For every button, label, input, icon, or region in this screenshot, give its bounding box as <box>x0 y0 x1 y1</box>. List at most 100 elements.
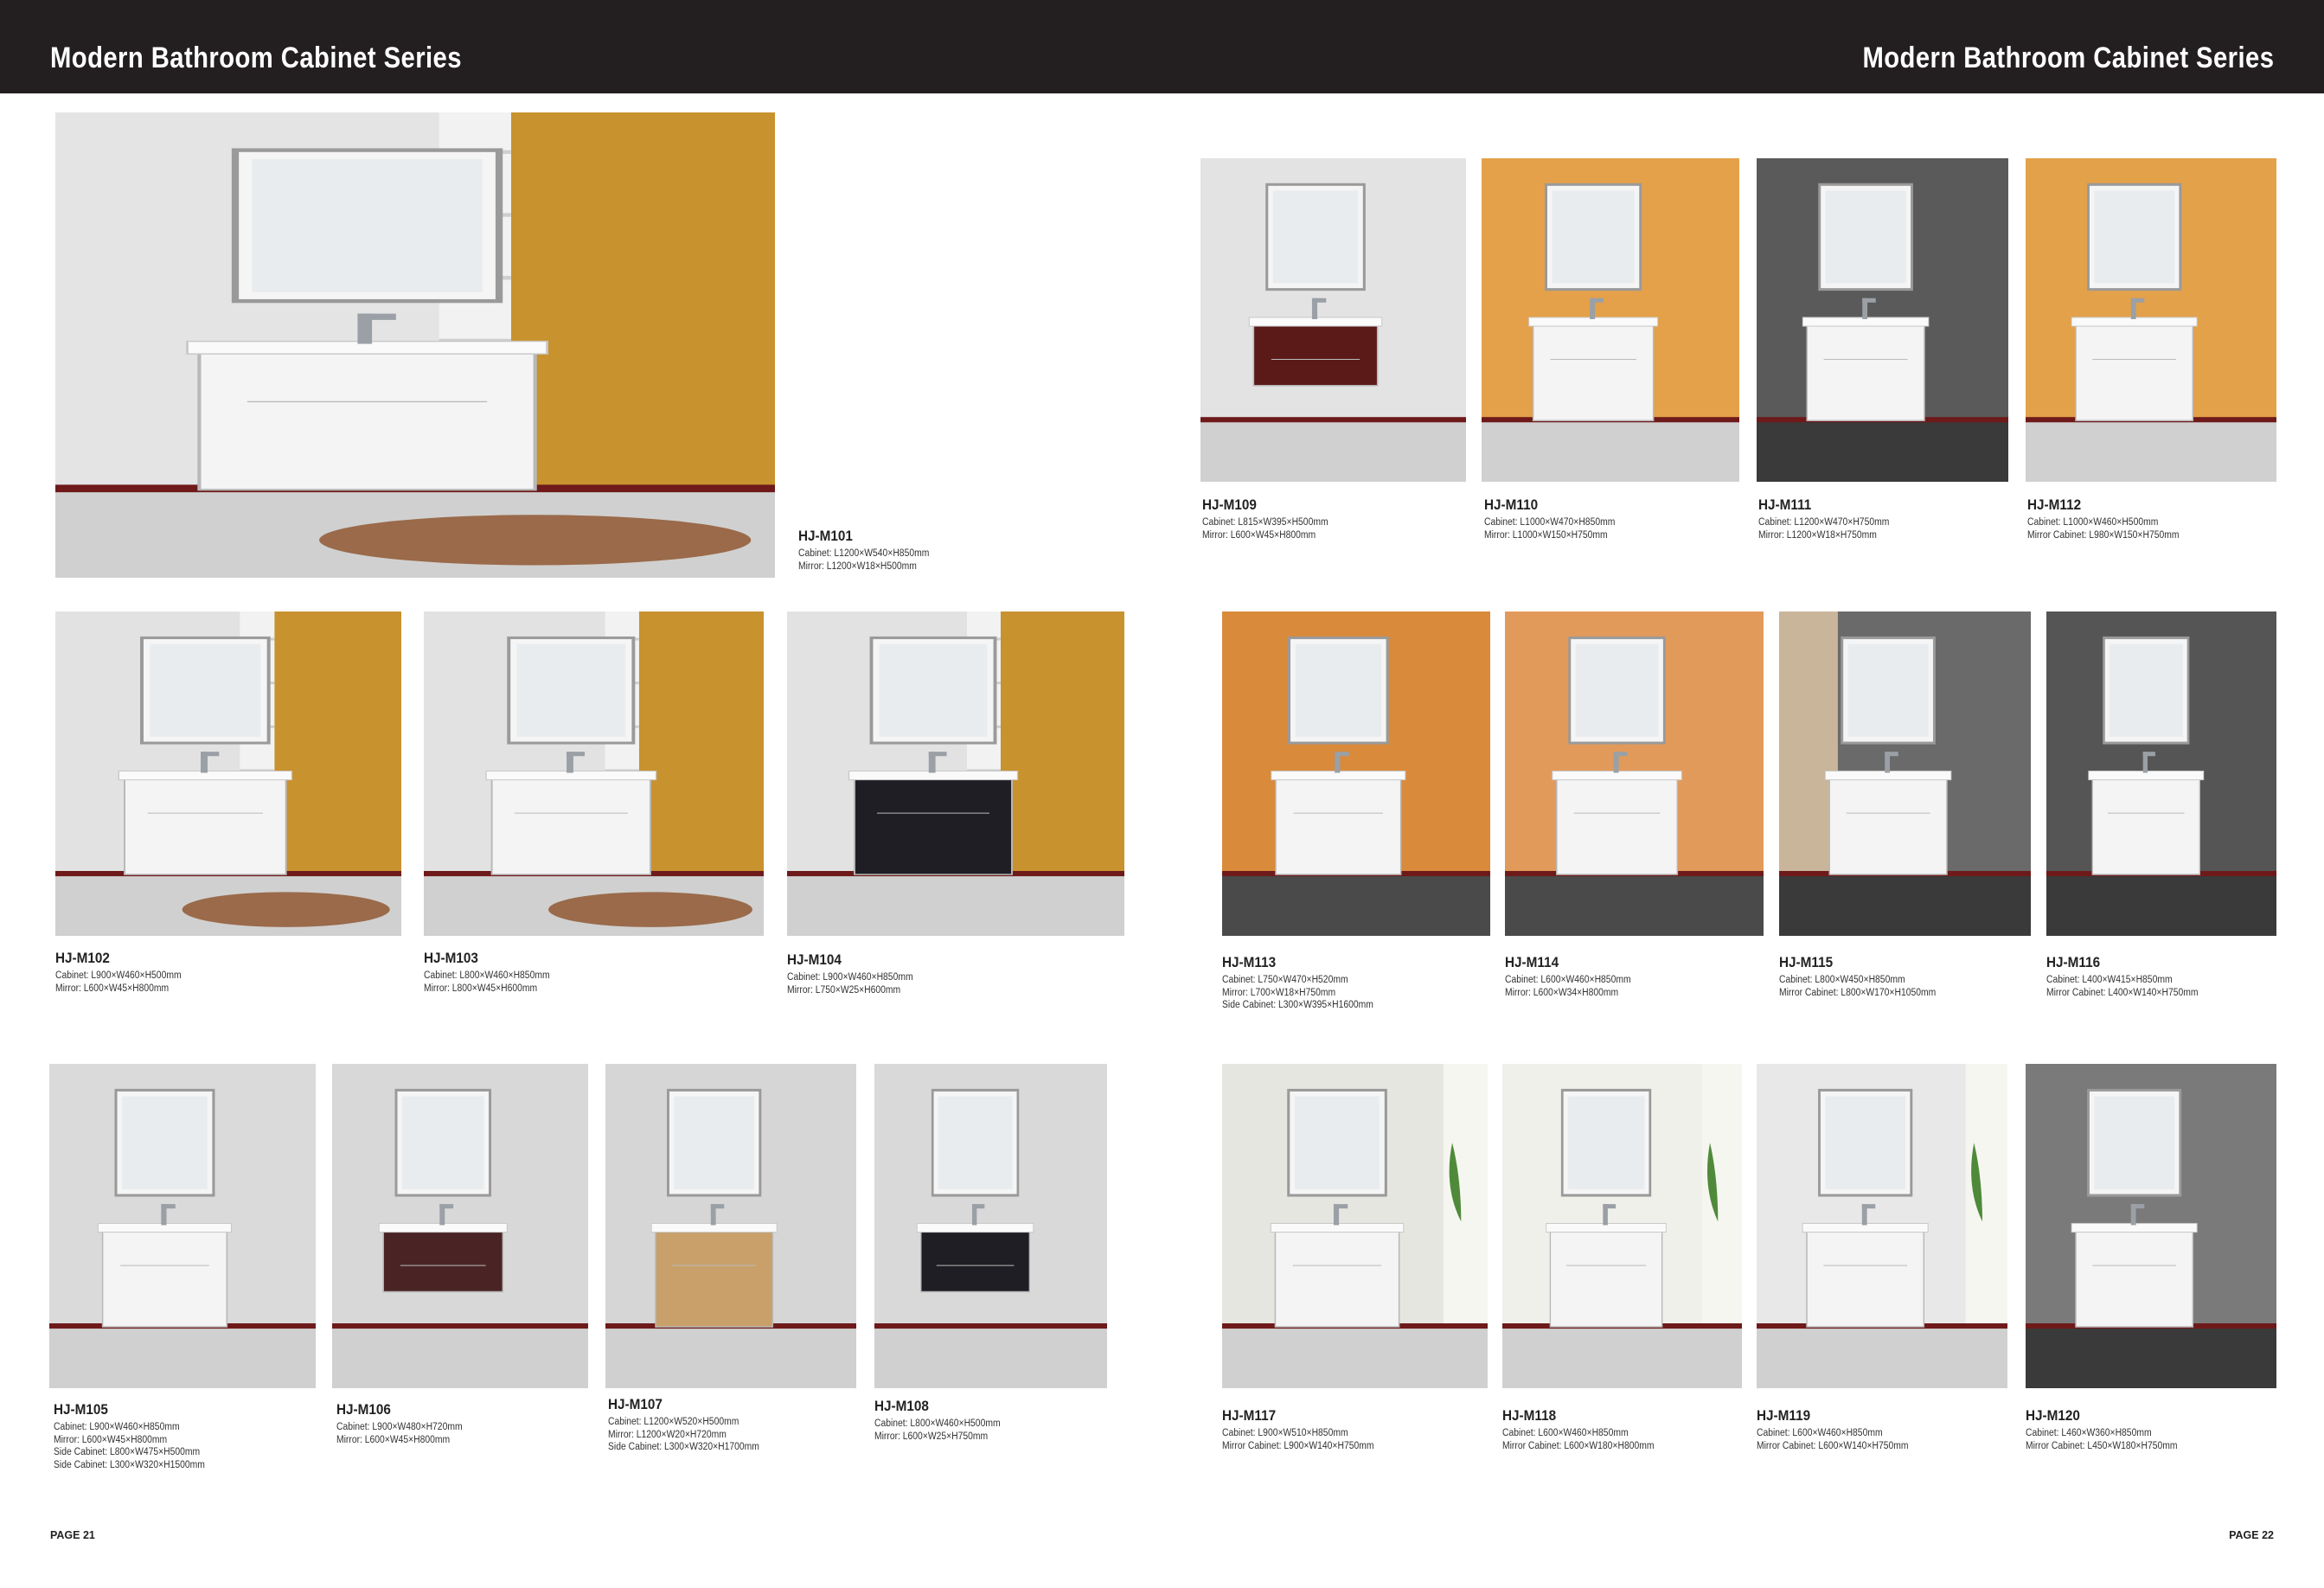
right-page-title: Modern Bathroom Cabinet Series <box>1862 42 2274 74</box>
left-page-title: Modern Bathroom Cabinet Series <box>50 42 462 74</box>
product-spec: Cabinet: L1200×W540×H850mm <box>798 548 930 559</box>
product-spec: Mirror: L600×W45×H800mm <box>1202 529 1316 541</box>
caption-m118: HJ-M118 Cabinet: L600×W460×H850mm Mirror… <box>1502 1407 1762 1452</box>
caption-m109: HJ-M109 Cabinet: L815×W395×H500mm Mirror… <box>1202 496 1462 541</box>
product-photo-m117 <box>1222 1064 1488 1388</box>
product-spec: Side Cabinet: L300×W395×H1600mm <box>1222 1000 1373 1010</box>
product-spec: Mirror: L600×W34×H800mm <box>1505 987 1619 998</box>
product-photo-m120 <box>2026 1064 2276 1388</box>
product-spec: Side Cabinet: L300×W320×H1500mm <box>54 1459 205 1470</box>
product-code: HJ-M107 <box>608 1396 663 1412</box>
product-spec: Mirror: L1200×W20×H720mm <box>608 1429 727 1440</box>
product-code: HJ-M119 <box>1757 1407 1811 1424</box>
caption-m101: HJ-M101 Cabinet: L1200×W540×H850mm Mirro… <box>798 528 1058 573</box>
product-spec: Mirror Cabinet: L800×W170×H1050mm <box>1779 987 1937 998</box>
product-spec: Cabinet: L600×W460×H850mm <box>1502 1428 1629 1438</box>
product-spec: Cabinet: L900×W460×H850mm <box>787 972 913 983</box>
product-spec: Mirror: L1200×W18×H750mm <box>1758 529 1877 541</box>
product-photo-m108 <box>874 1064 1107 1388</box>
product-code: HJ-M114 <box>1505 954 1559 970</box>
caption-m117: HJ-M117 Cabinet: L900×W510×H850mm Mirror… <box>1222 1407 1482 1452</box>
product-spec: Cabinet: L1200×W470×H750mm <box>1758 517 1890 528</box>
product-photo-m113 <box>1222 612 1490 936</box>
page-number-right: PAGE 22 <box>2229 1529 2274 1541</box>
product-spec: Cabinet: L900×W510×H850mm <box>1222 1428 1348 1438</box>
product-spec: Cabinet: L460×W360×H850mm <box>2026 1428 2152 1438</box>
product-spec: Cabinet: L800×W450×H850mm <box>1779 975 1905 985</box>
product-code: HJ-M108 <box>874 1398 929 1414</box>
product-photo-m101 <box>55 112 775 578</box>
product-spec: Mirror: L700×W18×H750mm <box>1222 987 1336 998</box>
caption-m113: HJ-M113 Cabinet: L750×W470×H520mm Mirror… <box>1222 954 1482 1012</box>
caption-m111: HJ-M111 Cabinet: L1200×W470×H750mm Mirro… <box>1758 496 2018 541</box>
product-spec: Mirror: L1200×W18×H500mm <box>798 560 917 572</box>
caption-m103: HJ-M103 Cabinet: L800×W460×H850mm Mirror… <box>424 950 683 995</box>
product-code: HJ-M109 <box>1202 496 1257 513</box>
product-spec: Side Cabinet: L300×W320×H1700mm <box>608 1442 759 1452</box>
product-spec: Cabinet: L1000×W470×H850mm <box>1484 517 1616 528</box>
product-photo-m118 <box>1502 1064 1742 1388</box>
page-header-bar: Modern Bathroom Cabinet Series Modern Ba… <box>0 0 2324 93</box>
product-spec: Mirror: L600×W45×H800mm <box>336 1434 451 1445</box>
caption-m116: HJ-M116 Cabinet: L400×W415×H850mm Mirror… <box>2046 954 2306 999</box>
product-code: HJ-M113 <box>1222 954 1277 970</box>
product-photo-m105 <box>49 1064 316 1388</box>
product-photo-m106 <box>332 1064 588 1388</box>
product-photo-m103 <box>424 612 764 936</box>
caption-m102: HJ-M102 Cabinet: L900×W460×H500mm Mirror… <box>55 950 315 995</box>
product-photo-m107 <box>605 1064 856 1388</box>
caption-m114: HJ-M114 Cabinet: L600×W460×H850mm Mirror… <box>1505 954 1764 999</box>
caption-m112: HJ-M112 Cabinet: L1000×W460×H500mm Mirro… <box>2027 496 2287 541</box>
product-spec: Mirror Cabinet: L400×W140×H750mm <box>2046 987 2199 998</box>
product-spec: Side Cabinet: L800×W475×H500mm <box>54 1447 201 1457</box>
product-spec: Cabinet: L400×W415×H850mm <box>2046 975 2173 985</box>
product-photo-m109 <box>1200 158 1466 482</box>
product-spec: Cabinet: L900×W480×H720mm <box>336 1422 463 1432</box>
caption-m106: HJ-M106 Cabinet: L900×W480×H720mm Mirror… <box>336 1401 596 1446</box>
product-spec: Mirror Cabinet: L600×W180×H800mm <box>1502 1440 1655 1451</box>
product-spec: Mirror Cabinet: L600×W140×H750mm <box>1757 1440 1909 1451</box>
product-spec: Cabinet: L815×W395×H500mm <box>1202 517 1328 528</box>
product-spec: Mirror Cabinet: L900×W140×H750mm <box>1222 1440 1374 1451</box>
product-spec: Cabinet: L600×W460×H850mm <box>1757 1428 1883 1438</box>
caption-m107: HJ-M107 Cabinet: L1200×W520×H500mm Mirro… <box>608 1396 867 1454</box>
caption-m104: HJ-M104 Cabinet: L900×W460×H850mm Mirror… <box>787 951 1047 996</box>
product-code: HJ-M104 <box>787 951 842 968</box>
product-photo-m115 <box>1779 612 2031 936</box>
product-photo-m112 <box>2026 158 2276 482</box>
page-number-left: PAGE 21 <box>50 1529 95 1541</box>
caption-m120: HJ-M120 Cabinet: L460×W360×H850mm Mirror… <box>2026 1407 2285 1452</box>
product-photo-m111 <box>1757 158 2008 482</box>
product-code: HJ-M112 <box>2027 496 2082 513</box>
product-code: HJ-M106 <box>336 1401 391 1418</box>
product-code: HJ-M105 <box>54 1401 108 1418</box>
product-photo-m114 <box>1505 612 1764 936</box>
caption-m110: HJ-M110 Cabinet: L1000×W470×H850mm Mirro… <box>1484 496 1744 541</box>
product-code: HJ-M111 <box>1758 496 1812 513</box>
product-photo-m110 <box>1482 158 1739 482</box>
product-code: HJ-M120 <box>2026 1407 2080 1424</box>
product-spec: Mirror: L750×W25×H600mm <box>787 984 901 996</box>
product-spec: Mirror: L1000×W150×H750mm <box>1484 529 1608 541</box>
product-code: HJ-M101 <box>798 528 853 544</box>
product-code: HJ-M116 <box>2046 954 2101 970</box>
product-spec: Mirror: L600×W25×H750mm <box>874 1431 989 1442</box>
product-spec: Cabinet: L900×W460×H850mm <box>54 1422 180 1432</box>
product-spec: Cabinet: L750×W470×H520mm <box>1222 975 1348 985</box>
caption-m108: HJ-M108 Cabinet: L800×W460×H500mm Mirror… <box>874 1398 1134 1443</box>
product-spec: Cabinet: L800×W460×H500mm <box>874 1418 1001 1429</box>
product-photo-m102 <box>55 612 401 936</box>
product-spec: Cabinet: L1000×W460×H500mm <box>2027 517 2159 528</box>
product-spec: Cabinet: L1200×W520×H500mm <box>608 1417 739 1427</box>
product-code: HJ-M110 <box>1484 496 1539 513</box>
product-spec: Cabinet: L900×W460×H500mm <box>55 970 182 981</box>
product-code: HJ-M117 <box>1222 1407 1277 1424</box>
product-spec: Cabinet: L600×W460×H850mm <box>1505 975 1631 985</box>
product-photo-m119 <box>1757 1064 2007 1388</box>
caption-m115: HJ-M115 Cabinet: L800×W450×H850mm Mirror… <box>1779 954 2039 999</box>
product-photo-m104 <box>787 612 1124 936</box>
caption-m105: HJ-M105 Cabinet: L900×W460×H850mm Mirror… <box>54 1401 313 1471</box>
product-code: HJ-M102 <box>55 950 110 966</box>
product-code: HJ-M103 <box>424 950 478 966</box>
product-spec: Mirror Cabinet: L980×W150×H750mm <box>2027 529 2180 541</box>
